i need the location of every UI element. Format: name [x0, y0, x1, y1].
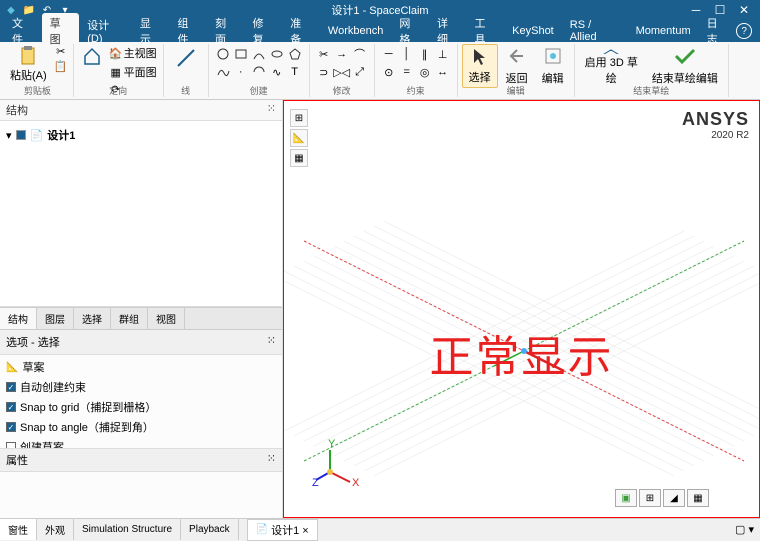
status-indicator: ▢ ▾	[735, 523, 754, 536]
svg-text:Y: Y	[328, 438, 336, 450]
concentric-constraint[interactable]: ◎	[417, 64, 433, 80]
menu-design[interactable]: 设计(D)	[79, 15, 132, 47]
rect-tool[interactable]	[233, 46, 249, 62]
cursor-option: 📐 草案	[2, 357, 280, 377]
menu-keyshot[interactable]: KeyShot	[504, 23, 562, 39]
status-tab-appearance[interactable]: 外观	[37, 519, 74, 540]
menubar: 文件 草图 设计(D) 显示 组件 刻面 修复 准备 Workbench 网格 …	[0, 20, 760, 42]
line-tool-button[interactable]	[168, 44, 204, 88]
tangent-constraint[interactable]: ⊙	[381, 64, 397, 80]
mirror-tool[interactable]: ▷◁	[334, 64, 350, 80]
tree-check-icon[interactable]	[16, 130, 26, 140]
main-area: 结构⁙ ▾ 📄 设计1 结构 图层 选择 群组 视图 选项 - 选择⁙ 📐 草案…	[0, 100, 760, 518]
axis-widget[interactable]: Y X Z	[312, 437, 362, 487]
horiz-constraint[interactable]: ─	[381, 46, 397, 62]
select-button[interactable]: 选择	[462, 44, 498, 88]
ribbon-line: 线	[164, 44, 209, 97]
trim-tool[interactable]: ✂	[316, 46, 332, 62]
options-header: 选项 - 选择⁙	[0, 330, 282, 355]
opt-create-draft[interactable]: 创建草案	[2, 437, 280, 448]
statusbar: 窗性 外观 Simulation Structure Playback 📄 设计…	[0, 518, 760, 540]
polygon-tool[interactable]	[287, 46, 303, 62]
text-tool[interactable]: T	[287, 64, 303, 80]
status-tab-props[interactable]: 窗性	[0, 519, 37, 540]
ribbon: 粘贴(A) ✂ 📋 剪贴板 🏠主视图 ▦平面图 ⟳ 定向	[0, 42, 760, 100]
edit-button[interactable]: 编辑	[536, 44, 570, 88]
curve-tool[interactable]: ∿	[269, 64, 285, 80]
ribbon-create: · ∿ T 创建	[209, 44, 310, 97]
extend-tool[interactable]: →	[334, 46, 350, 62]
enable-3d-button[interactable]: 启用 3D 草 绘	[579, 44, 644, 88]
perp-constraint[interactable]: ⊥	[435, 46, 451, 62]
plan-view-button[interactable]: ▦平面图	[108, 63, 159, 81]
opt-snap-grid[interactable]: ✓Snap to grid（捕捉到栅格）	[2, 397, 280, 417]
tab-groups[interactable]: 群组	[111, 308, 148, 329]
vert-constraint[interactable]: │	[399, 46, 415, 62]
svg-text:Z: Z	[312, 477, 319, 487]
return-button[interactable]: 返回	[500, 44, 534, 88]
scale-tool[interactable]: ⤢	[352, 64, 368, 80]
ribbon-constraint: ─ │ ∥ ⊥ ⊙ = ◎ ↔ 约束	[375, 44, 458, 97]
ellipse-tool[interactable]	[269, 46, 285, 62]
tab-structure[interactable]: 结构	[0, 308, 37, 329]
ribbon-finish: 启用 3D 草 绘 结束草绘编辑 结束草绘	[575, 44, 729, 97]
copy-button[interactable]: 📋	[53, 59, 69, 73]
opt-auto-constraint[interactable]: ✓自动创建约束	[2, 377, 280, 397]
render-mode-button[interactable]: ▣	[615, 489, 637, 507]
panel-tabs: 结构 图层 选择 群组 视图	[0, 307, 282, 330]
doc-icon: 📄	[30, 129, 44, 142]
tree-item-design1[interactable]: ▾ 📄 设计1	[4, 125, 278, 145]
overlay-text: 正常显示	[430, 321, 614, 385]
equal-constraint[interactable]: =	[399, 64, 415, 80]
status-tab-sim[interactable]: Simulation Structure	[74, 519, 181, 540]
opt-snap-angle[interactable]: ✓Snap to angle（捕捉到角）	[2, 417, 280, 437]
perspective-button[interactable]: ▦	[687, 489, 709, 507]
status-tab-playback[interactable]: Playback	[181, 519, 239, 540]
parallel-constraint[interactable]: ∥	[417, 46, 433, 62]
finish-sketch-button[interactable]: 结束草绘编辑	[646, 44, 724, 88]
close-button[interactable]: ✕	[736, 3, 752, 17]
help-icon[interactable]: ?	[736, 23, 752, 39]
props-header: 属性⁙	[0, 448, 282, 472]
tab-views[interactable]: 视图	[148, 308, 185, 329]
document-tab[interactable]: 📄 设计1 ×	[247, 519, 318, 541]
arc-tool[interactable]	[251, 46, 267, 62]
home-view-button[interactable]	[78, 44, 106, 69]
tab-layers[interactable]: 图层	[37, 308, 74, 329]
svg-text:X: X	[352, 477, 360, 487]
point-tool[interactable]: ·	[233, 64, 249, 80]
arc3pt-tool[interactable]	[251, 64, 267, 80]
ribbon-orient: 🏠主视图 ▦平面图 ⟳ 定向	[74, 44, 164, 97]
viewport-bottom-tools: ▣ ⊞ ◢ ▦	[615, 489, 709, 507]
menu-momentum[interactable]: Momentum	[628, 23, 699, 39]
options-body: 📐 草案 ✓自动创建约束 ✓Snap to grid（捕捉到栅格） ✓Snap …	[0, 355, 282, 448]
status-right: ▢ ▾	[735, 523, 760, 536]
tab-selection[interactable]: 选择	[74, 308, 111, 329]
ribbon-edit: 选择 返回 编辑 编辑	[458, 44, 575, 97]
fillet-tool[interactable]: ⌒	[352, 46, 368, 62]
tree-header: 结构⁙	[0, 100, 282, 121]
offset-tool[interactable]: ⊃	[316, 64, 332, 80]
viewport[interactable]: ANSYS 2020 R2 ⊞ 📐 ▦ 正常显示 Y	[283, 100, 760, 518]
status-tabs: 窗性 外观 Simulation Structure Playback	[0, 519, 239, 540]
ribbon-modify: ✂ → ⌒ ⊃ ▷◁ ⤢ 修改	[310, 44, 375, 97]
cut-button[interactable]: ✂	[53, 44, 69, 58]
circle-tool[interactable]	[215, 46, 231, 62]
left-panel: 结构⁙ ▾ 📄 设计1 结构 图层 选择 群组 视图 选项 - 选择⁙ 📐 草案…	[0, 100, 283, 518]
tree-area: ▾ 📄 设计1	[0, 121, 282, 307]
menu-rsallied[interactable]: RS / Allied	[562, 17, 628, 45]
spline-tool[interactable]	[215, 64, 231, 80]
main-view-button[interactable]: 🏠主视图	[108, 44, 159, 62]
paste-button[interactable]: 粘贴(A)	[6, 44, 51, 85]
shade-button[interactable]: ◢	[663, 489, 685, 507]
dim-constraint[interactable]: ↔	[435, 64, 451, 80]
menu-workbench[interactable]: Workbench	[320, 23, 391, 39]
wireframe-button[interactable]: ⊞	[639, 489, 661, 507]
ribbon-clipboard: 粘贴(A) ✂ 📋 剪贴板	[2, 44, 74, 97]
